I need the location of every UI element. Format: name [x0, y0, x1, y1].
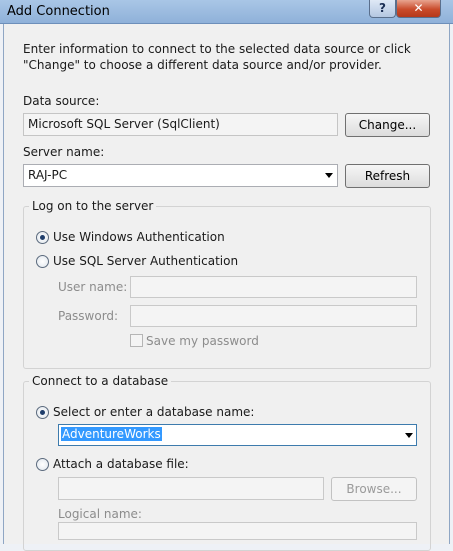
- browse-button[interactable]: Browse...: [331, 477, 417, 501]
- sql-auth-radio[interactable]: [36, 255, 49, 268]
- help-button[interactable]: ?: [369, 0, 396, 18]
- logical-name-label: Logical name:: [58, 507, 142, 521]
- change-button[interactable]: Change...: [345, 113, 430, 137]
- sql-auth-label[interactable]: Use SQL Server Authentication: [53, 254, 238, 268]
- database-group-label: Connect to a database: [29, 374, 172, 388]
- server-name-value: RAJ-PC: [28, 168, 68, 182]
- close-icon: ✕: [413, 1, 424, 15]
- server-name-combobox[interactable]: RAJ-PC: [23, 164, 338, 187]
- user-name-label: User name:: [58, 280, 128, 294]
- data-source-label: Data source:: [23, 94, 100, 108]
- windows-auth-label[interactable]: Use Windows Authentication: [53, 230, 225, 244]
- refresh-button[interactable]: Refresh: [345, 164, 430, 188]
- save-password-label: Save my password: [146, 334, 259, 348]
- save-password-checkbox[interactable]: [130, 334, 143, 347]
- logon-group-label: Log on to the server: [29, 199, 157, 213]
- attach-file-label[interactable]: Attach a database file:: [53, 457, 189, 471]
- data-source-field: Microsoft SQL Server (SqlClient): [23, 113, 338, 136]
- logical-name-input[interactable]: [58, 522, 417, 540]
- attach-file-radio[interactable]: [36, 458, 49, 471]
- password-input[interactable]: [130, 305, 417, 327]
- dropdown-arrow-icon[interactable]: [405, 433, 413, 438]
- database-file-input[interactable]: [58, 477, 324, 500]
- database-name-value: AdventureWorks: [61, 427, 162, 441]
- user-name-input[interactable]: [130, 276, 417, 298]
- password-label: Password:: [58, 309, 119, 323]
- server-name-label: Server name:: [23, 145, 105, 159]
- intro-text: Enter information to connect to the sele…: [23, 42, 411, 72]
- help-icon: ?: [379, 1, 386, 15]
- close-button[interactable]: ✕: [396, 0, 441, 18]
- window-title: Add Connection: [7, 4, 110, 19]
- select-database-radio[interactable]: [36, 406, 49, 419]
- windows-auth-radio[interactable]: [36, 231, 49, 244]
- select-database-label[interactable]: Select or enter a database name:: [53, 405, 254, 419]
- database-name-combobox[interactable]: AdventureWorks: [58, 424, 417, 446]
- dropdown-arrow-icon[interactable]: [325, 173, 333, 178]
